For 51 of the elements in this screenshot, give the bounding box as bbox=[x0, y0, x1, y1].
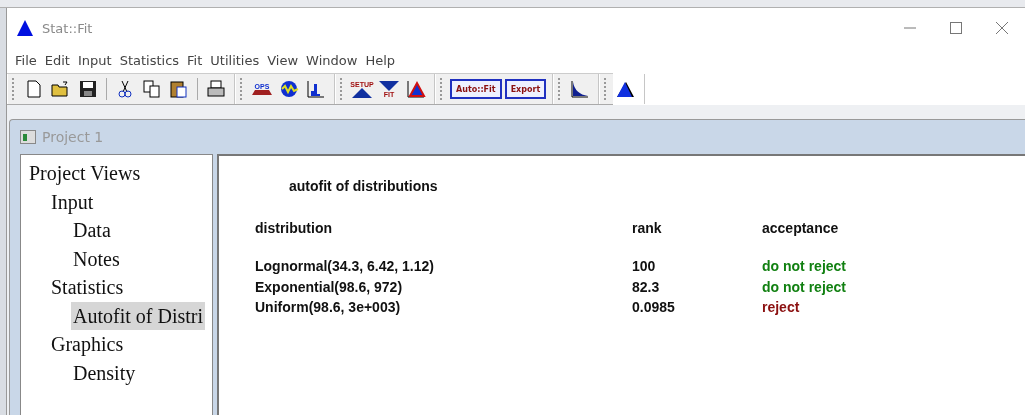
tree-item[interactable]: Input bbox=[49, 187, 96, 216]
toolbar-button[interactable]: Auto::Fit bbox=[450, 79, 502, 99]
distribution-cell: Lognormal(34.3, 6.42, 1.12) bbox=[255, 258, 434, 274]
acceptance-cell: do not reject bbox=[762, 278, 846, 295]
column-header: acceptance bbox=[762, 220, 839, 236]
inverted-triangle-icon bbox=[379, 80, 399, 91]
tree-item[interactable]: Data bbox=[71, 216, 113, 245]
rank-cell: 0.0985 bbox=[632, 299, 675, 315]
acceptance-cell: do not reject bbox=[762, 258, 846, 274]
scissors-icon bbox=[115, 79, 135, 99]
tree-item[interactable]: Autofit of Distri bbox=[71, 301, 205, 330]
toolbar-button[interactable]: Export bbox=[504, 79, 547, 99]
acceptance-cell: reject bbox=[762, 299, 800, 315]
distribution-cell: Uniform(98.6, 3e+003) bbox=[255, 299, 401, 315]
tree-item[interactable]: Statistics bbox=[49, 273, 126, 302]
report-title: autofit of distributions bbox=[289, 178, 438, 194]
distribution-cell: Exponential(98.6, 972) bbox=[255, 278, 403, 295]
child-window-title: Project 1 bbox=[42, 129, 104, 145]
menu-item[interactable]: Fit bbox=[183, 53, 207, 68]
menu-item[interactable]: Window bbox=[302, 53, 362, 68]
window-title: Stat::Fit bbox=[42, 20, 93, 36]
menu-item[interactable]: Input bbox=[73, 53, 116, 68]
folder-icon bbox=[51, 79, 71, 99]
close-icon bbox=[996, 22, 1008, 34]
column-header: rank bbox=[632, 220, 662, 236]
new-file-icon bbox=[24, 79, 44, 99]
clipboard-icon bbox=[169, 79, 189, 99]
tree-item[interactable]: Graphics bbox=[49, 330, 126, 359]
menu-item[interactable]: Statistics bbox=[115, 53, 184, 68]
tree-item[interactable]: Density bbox=[71, 358, 138, 387]
printer-icon bbox=[206, 79, 226, 99]
tree-item[interactable]: Project Views bbox=[27, 159, 143, 188]
rank-cell: 82.3 bbox=[632, 278, 660, 295]
app-logo-icon bbox=[16, 19, 34, 37]
column-header: distribution bbox=[255, 220, 332, 236]
menu-item[interactable]: View bbox=[263, 53, 303, 68]
document-icon bbox=[20, 130, 36, 144]
tree-item[interactable]: Notes bbox=[71, 244, 122, 273]
maximize-icon bbox=[950, 22, 962, 34]
histogram-icon bbox=[306, 79, 326, 99]
menu-item[interactable]: Help bbox=[361, 53, 399, 68]
decay-curve-icon bbox=[570, 79, 591, 99]
triangle-plot-icon bbox=[406, 79, 426, 99]
trapezoid-icon bbox=[252, 90, 272, 95]
wave-circle-icon bbox=[279, 79, 299, 99]
menu-item[interactable]: File bbox=[11, 53, 41, 68]
rank-cell: 100 bbox=[632, 258, 656, 274]
menu-item[interactable]: Utilities bbox=[206, 53, 264, 68]
copy-icon bbox=[142, 79, 162, 99]
triangle-icon bbox=[352, 87, 372, 98]
menu-item[interactable]: Edit bbox=[40, 53, 74, 68]
